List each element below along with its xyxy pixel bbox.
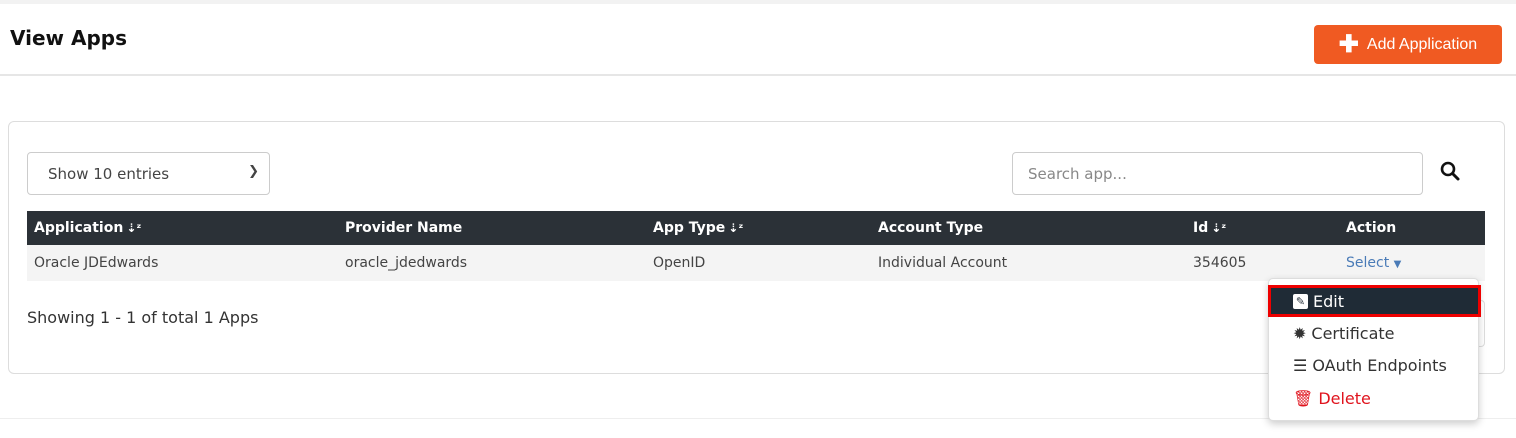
table-header: Application ⇣ᶻ Provider Name App Type ⇣ᶻ A… (27, 211, 1485, 245)
menu-item-oauth-endpoints[interactable]: ☰ OAuth Endpoints (1269, 349, 1478, 381)
cell-app-type: OpenID (653, 255, 706, 271)
sort-icon: ⇣ᶻ (728, 221, 744, 235)
cell-application: Oracle JDEdwards (34, 255, 159, 271)
list-icon: ☰ (1293, 355, 1308, 375)
certificate-icon: ✹ (1293, 323, 1307, 343)
column-account-type: Account Type (878, 220, 984, 236)
column-action: Action (1346, 220, 1397, 236)
entries-select-value: Show 10 entries (48, 164, 170, 183)
page-title: View Apps (10, 26, 128, 50)
menu-item-edit[interactable]: ✎ Edit (1268, 285, 1481, 317)
cell-id: 354605 (1193, 255, 1247, 271)
menu-item-delete[interactable]: 🗑 Delete (1269, 382, 1478, 414)
page-header: View Apps ✚ Add Application (0, 4, 1516, 76)
menu-item-certificate[interactable]: ✹ Certificate (1269, 317, 1478, 349)
column-app-type[interactable]: App Type ⇣ᶻ (653, 220, 743, 236)
add-application-label: Add Application (1366, 35, 1478, 53)
search-input[interactable] (1012, 152, 1423, 195)
action-menu: ✎ Edit ✹ Certificate ☰ OAuth Endpoints 🗑 Del… (1268, 278, 1481, 421)
table-row: Oracle JDEdwards oracle_jdedwards OpenID… (27, 245, 1485, 281)
action-select-dropdown[interactable]: Select ▼ (1346, 255, 1401, 271)
showing-count: Showing 1 - 1 of total 1 Apps (27, 308, 259, 327)
sort-icon: ⇣ᶻ (1211, 221, 1227, 235)
chevron-down-icon: ❯ (248, 164, 259, 179)
edit-icon: ✎ (1293, 293, 1308, 309)
caret-down-icon: ▼ (1393, 259, 1402, 270)
column-provider-name: Provider Name (345, 220, 463, 236)
plus-icon: ✚ (1338, 30, 1359, 58)
entries-select[interactable]: Show 10 entries ❯ (27, 152, 270, 195)
trash-icon: 🗑 (1293, 388, 1314, 408)
column-id[interactable]: Id ⇣ᶻ (1193, 220, 1226, 236)
cell-account-type: Individual Account (878, 255, 1008, 271)
column-application[interactable]: Application ⇣ᶻ (34, 220, 141, 236)
search-icon[interactable] (1439, 160, 1461, 182)
sort-icon: ⇣ᶻ (126, 221, 142, 235)
cell-provider: oracle_jdedwards (345, 255, 468, 271)
add-application-button[interactable]: ✚ Add Application (1314, 25, 1502, 64)
